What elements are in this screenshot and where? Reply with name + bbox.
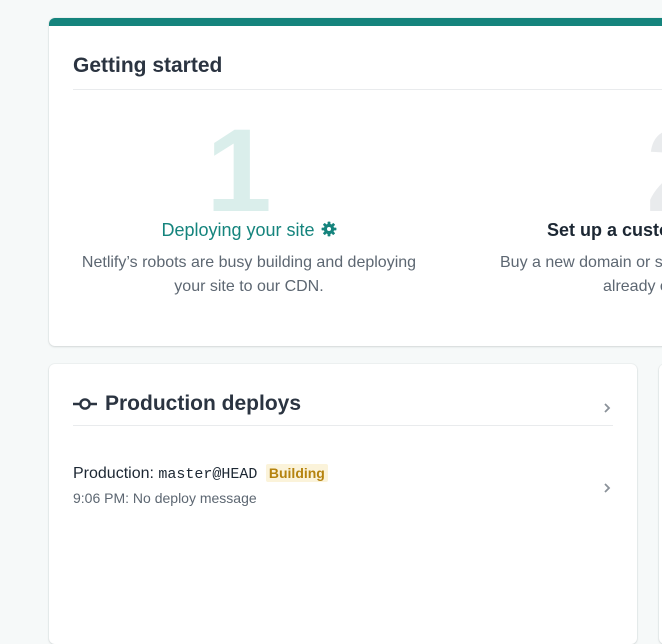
step-2-number: 2 <box>589 112 662 230</box>
production-deploys-header[interactable]: Production deploys <box>73 392 301 416</box>
step-2-title[interactable]: Set up a custo <box>547 220 662 241</box>
divider <box>73 89 662 90</box>
git-commit-icon <box>73 397 97 411</box>
step-1-title-text: Deploying your site <box>161 220 315 240</box>
step-2-description: Buy a new domain or s <box>500 254 662 271</box>
deploy-time: 9:06 PM: <box>73 490 130 506</box>
status-badge: Building <box>265 464 328 482</box>
getting-started-card: Getting started 1 Deploying your site Ne… <box>49 18 662 346</box>
deploy-branch: master@HEAD <box>158 466 258 483</box>
step-2-description-cont: already o <box>603 278 662 295</box>
step-1-title[interactable]: Deploying your site <box>49 220 449 241</box>
step-1-description: Netlify’s robots are busy building and d… <box>81 254 417 295</box>
deploy-title: Production: master@HEAD Building <box>73 464 328 483</box>
production-deploys-title: Production deploys <box>105 392 302 415</box>
deploy-message: No deploy message <box>132 490 257 506</box>
chevron-right-icon[interactable] <box>603 401 611 413</box>
production-deploys-card: Production deploys Production: master@HE… <box>49 364 637 644</box>
deploy-context: Production: <box>73 465 154 482</box>
deploy-list-item[interactable]: Production: master@HEAD Building 9:06 PM… <box>73 464 613 512</box>
deploy-meta: 9:06 PM: No deploy message <box>73 490 257 506</box>
chevron-right-icon[interactable] <box>603 481 611 493</box>
getting-started-title: Getting started <box>73 54 223 77</box>
divider <box>73 425 613 426</box>
step-1-number: 1 <box>206 105 272 237</box>
gear-icon <box>321 221 337 237</box>
